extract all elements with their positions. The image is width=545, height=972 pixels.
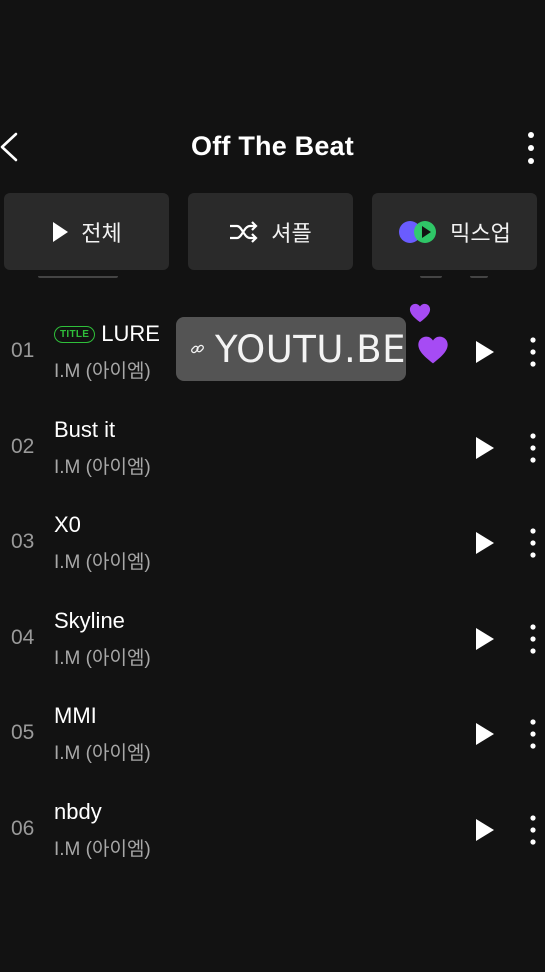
track-artist: I.M (아이엠) xyxy=(54,838,151,860)
play-icon[interactable] xyxy=(474,339,496,365)
track-title: X0 xyxy=(54,512,81,538)
play-icon xyxy=(51,221,69,243)
track-artist: I.M (아이엠) xyxy=(54,743,151,765)
mixup-label: 믹스업 xyxy=(450,220,511,246)
shuffle-icon xyxy=(229,220,259,243)
track-number: 06 xyxy=(11,816,35,840)
track-title-text: LURE xyxy=(101,321,160,346)
mixup-button[interactable]: 믹스업 xyxy=(372,193,537,270)
more-options-icon[interactable] xyxy=(523,130,539,166)
play-icon[interactable] xyxy=(474,817,496,843)
mixup-icon xyxy=(398,220,438,244)
track-row[interactable]: 04 Skyline I.M (아이엠) xyxy=(0,592,545,688)
track-title: TITLE LURE xyxy=(54,321,160,347)
track-artist: I.M (아이엠) xyxy=(54,552,151,574)
shuffle-label: 셔플 xyxy=(271,220,312,246)
track-artist: I.M (아이엠) xyxy=(54,361,151,382)
play-icon[interactable] xyxy=(474,721,496,747)
track-number: 04 xyxy=(11,625,35,649)
link-sticker[interactable]: YOUTU.BE xyxy=(176,317,406,381)
link-icon xyxy=(191,344,204,354)
track-artist: I.M (아이엠) xyxy=(54,456,151,478)
purple-heart-icon xyxy=(418,336,448,364)
header-bar: Off The Beat xyxy=(0,118,545,176)
track-artist: I.M (아이엠) xyxy=(54,647,151,669)
title-track-badge: TITLE xyxy=(54,325,96,343)
track-title: Skyline xyxy=(54,607,125,633)
play-icon[interactable] xyxy=(474,626,496,652)
link-sticker-text: YOUTU.BE xyxy=(215,327,406,371)
track-row[interactable]: 06 nbdy I.M (아이엠) xyxy=(0,783,545,879)
more-options-icon[interactable] xyxy=(526,431,540,465)
album-title: Off The Beat xyxy=(191,131,354,161)
track-title: nbdy xyxy=(54,798,102,824)
more-options-icon[interactable] xyxy=(526,717,540,751)
play-all-button[interactable]: 전체 xyxy=(4,193,169,270)
purple-heart-icon xyxy=(409,303,431,323)
more-options-icon[interactable] xyxy=(526,335,540,369)
track-row[interactable]: 03 X0 I.M (아이엠) xyxy=(0,496,545,592)
more-options-icon[interactable] xyxy=(526,813,540,847)
shuffle-button[interactable]: 셔플 xyxy=(188,193,353,270)
track-number: 01 xyxy=(11,339,35,362)
track-number: 05 xyxy=(11,721,35,745)
track-list: 01 TITLE LURE I.M (아이엠) 02 Bust it I.M (… xyxy=(0,305,545,879)
more-options-icon[interactable] xyxy=(526,526,540,560)
track-row[interactable]: 02 Bust it I.M (아이엠) xyxy=(0,401,545,497)
track-number: 03 xyxy=(11,530,35,554)
play-all-label: 전체 xyxy=(81,220,122,246)
track-row[interactable]: 05 MMI I.M (아이엠) xyxy=(0,687,545,783)
play-icon[interactable] xyxy=(474,530,496,556)
action-buttons: 전체 셔플 믹스업 xyxy=(4,193,545,270)
more-options-icon[interactable] xyxy=(526,622,540,656)
cut-off-text-row xyxy=(0,276,545,286)
play-icon[interactable] xyxy=(474,435,496,461)
track-title: Bust it xyxy=(54,416,116,442)
track-title: MMI xyxy=(54,703,97,729)
track-number: 02 xyxy=(11,434,35,458)
